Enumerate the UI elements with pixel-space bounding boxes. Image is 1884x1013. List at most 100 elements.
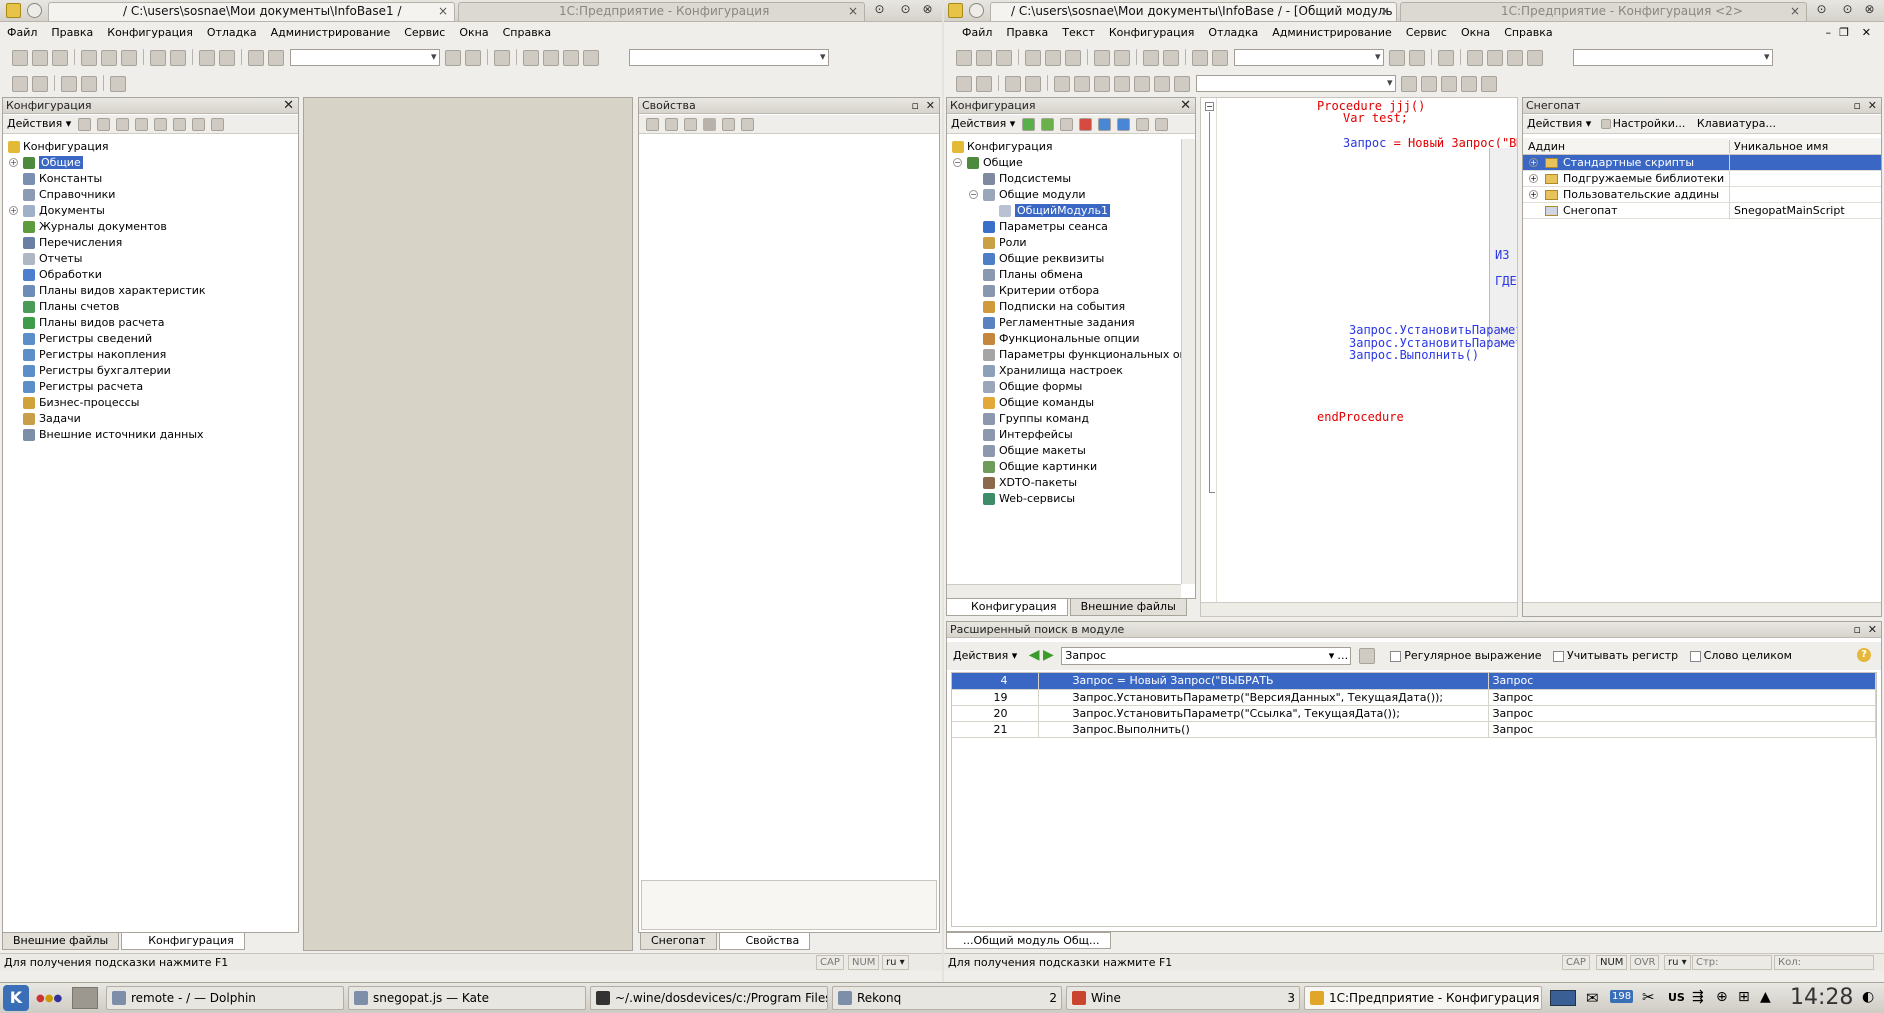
addin-row[interactable]: + Пользовательские аддины bbox=[1523, 187, 1881, 203]
activities-icon[interactable]: ●●● bbox=[36, 993, 62, 1004]
lang-indicator[interactable]: ru ▾ bbox=[882, 955, 909, 970]
menu-admin[interactable]: Администрирование bbox=[264, 24, 398, 42]
menu-service[interactable]: Сервис bbox=[1399, 24, 1454, 42]
undo-icon[interactable] bbox=[199, 50, 215, 66]
window-menu-icon[interactable] bbox=[969, 3, 984, 18]
search-icon[interactable] bbox=[1358, 648, 1375, 664]
actions-menu[interactable]: Действия ▾ bbox=[7, 117, 71, 130]
task-rekonq[interactable]: Rekonq 2 bbox=[832, 986, 1062, 1010]
cut-icon[interactable] bbox=[1025, 50, 1041, 66]
redo-icon[interactable] bbox=[1163, 50, 1179, 66]
maximize-icon[interactable]: ⊙ bbox=[1840, 3, 1855, 18]
case-checkbox[interactable] bbox=[1552, 650, 1564, 662]
tab-snegopat[interactable]: Снегопат bbox=[640, 933, 717, 950]
pager-icon[interactable] bbox=[72, 987, 98, 1009]
tree-item[interactable]: Обработки bbox=[3, 267, 298, 283]
menu-edit[interactable]: Правка bbox=[999, 24, 1055, 42]
right-tab-inactive[interactable]: 1С:Предприятие - Конфигурация <2> × bbox=[1400, 2, 1807, 21]
expand-icon[interactable]: + bbox=[1529, 190, 1538, 199]
tree-item[interactable]: Параметры функциональных опц bbox=[947, 347, 1181, 363]
tree-item[interactable]: Общие реквизиты bbox=[947, 251, 1181, 267]
add-icon[interactable] bbox=[77, 118, 91, 131]
actions-menu[interactable]: Действия ▾ bbox=[951, 117, 1015, 130]
menu-help[interactable]: Справка bbox=[1497, 24, 1559, 42]
paste-icon[interactable] bbox=[121, 50, 137, 66]
close-panel-icon[interactable]: ✕ bbox=[1868, 622, 1877, 637]
clear-icon[interactable] bbox=[722, 118, 735, 131]
clock[interactable]: 14:28 bbox=[1790, 985, 1853, 1010]
tree-item[interactable]: Web-сервисы bbox=[947, 491, 1181, 507]
lang-indicator[interactable]: ru ▾ bbox=[1664, 955, 1691, 970]
tab-external-files[interactable]: Внешние файлы bbox=[2, 933, 120, 950]
tree-item[interactable]: Хранилища настроек bbox=[947, 363, 1181, 379]
sort-icon[interactable] bbox=[191, 118, 205, 131]
close-window-icon[interactable]: ⊗ bbox=[1862, 3, 1877, 18]
wrap-icon[interactable] bbox=[1154, 76, 1170, 92]
template-icon[interactable] bbox=[1507, 50, 1523, 66]
block-icon[interactable] bbox=[1074, 76, 1090, 92]
close-panel-icon[interactable]: ✕ bbox=[1868, 98, 1877, 113]
mdi-close-icon[interactable]: ✕ bbox=[1855, 24, 1878, 42]
info-icon[interactable] bbox=[583, 50, 599, 66]
config-open-icon[interactable] bbox=[12, 76, 28, 92]
tree-item[interactable]: Задачи bbox=[3, 411, 298, 427]
tree-item[interactable]: Регламентные задания bbox=[947, 315, 1181, 331]
tree-item[interactable]: Журналы документов bbox=[3, 219, 298, 235]
task-konsole[interactable]: ~/.wine/dosdevices/c:/Program Files/ bbox=[590, 986, 828, 1010]
mdi-restore-icon[interactable]: ❐ bbox=[1832, 24, 1856, 42]
tree-item[interactable]: ОбщийМодуль1 bbox=[947, 203, 1181, 219]
config-save-icon[interactable] bbox=[32, 76, 48, 92]
tree-item[interactable]: − Общие модули bbox=[947, 187, 1181, 203]
tree-item[interactable]: Регистры бухгалтерии bbox=[3, 363, 298, 379]
close-tab-icon[interactable]: × bbox=[438, 3, 448, 20]
format-icon[interactable] bbox=[1174, 76, 1190, 92]
sort-icon[interactable] bbox=[1135, 118, 1149, 131]
new-icon[interactable] bbox=[12, 50, 28, 66]
tree-item[interactable]: Параметры сеанса bbox=[947, 219, 1181, 235]
bookmark-next-icon[interactable] bbox=[1421, 76, 1437, 92]
config-open-icon[interactable] bbox=[956, 76, 972, 92]
open-icon[interactable] bbox=[976, 50, 992, 66]
tree-item[interactable]: Конфигурация bbox=[947, 139, 1181, 155]
run-icon[interactable] bbox=[1054, 76, 1070, 92]
db-update-icon[interactable] bbox=[61, 76, 77, 92]
sort-alpha-icon[interactable] bbox=[646, 118, 659, 131]
close-panel-icon[interactable]: ✕ bbox=[926, 98, 935, 113]
close-window-icon[interactable]: ⊗ bbox=[920, 3, 935, 18]
result-row[interactable]: 21 Запрос.Выполнить() Запрос bbox=[952, 721, 1876, 738]
config-save-icon[interactable] bbox=[976, 76, 992, 92]
expand-icon[interactable]: + bbox=[1529, 174, 1538, 183]
menu-text[interactable]: Текст bbox=[1055, 24, 1102, 42]
find-next-icon[interactable] bbox=[445, 50, 461, 66]
tree-vscroll[interactable] bbox=[1181, 139, 1195, 584]
tree-item[interactable]: Константы bbox=[3, 171, 298, 187]
delete-icon[interactable] bbox=[1078, 118, 1092, 131]
tree-item[interactable]: Планы видов характеристик bbox=[3, 283, 298, 299]
menu-admin[interactable]: Администрирование bbox=[1265, 24, 1399, 42]
menu-edit[interactable]: Правка bbox=[44, 24, 100, 42]
filter-icon[interactable] bbox=[210, 118, 224, 131]
result-row[interactable]: 20 Запрос.УстановитьПараметр("Ссылка", Те… bbox=[952, 705, 1876, 722]
addin-row[interactable]: Снегопат SnegopatMainScript bbox=[1523, 203, 1881, 219]
result-row[interactable]: 19 Запрос.УстановитьПараметр("ВерсияДанны… bbox=[952, 689, 1876, 706]
more-icon[interactable]: … bbox=[1337, 648, 1348, 664]
apply-icon[interactable] bbox=[741, 118, 754, 131]
edit-icon[interactable] bbox=[1040, 118, 1054, 131]
menu-windows[interactable]: Окна bbox=[452, 24, 495, 42]
tree-hscroll[interactable] bbox=[947, 584, 1181, 598]
bookmark-prev-icon[interactable] bbox=[1441, 76, 1457, 92]
expand-icon[interactable]: − bbox=[969, 190, 978, 199]
tab-configuration[interactable]: Конфигурация bbox=[946, 599, 1068, 616]
actions-menu[interactable]: Действия ▾ bbox=[953, 649, 1017, 662]
addin-row[interactable]: + Подгружаемые библиотеки bbox=[1523, 171, 1881, 187]
tree-item[interactable]: Планы обмена bbox=[947, 267, 1181, 283]
pin-icon[interactable]: ▫ bbox=[1854, 622, 1861, 637]
debug-icon[interactable] bbox=[1467, 50, 1483, 66]
col-addin[interactable]: Аддин bbox=[1528, 140, 1565, 153]
debug-icon[interactable] bbox=[523, 50, 539, 66]
expand-icon[interactable]: + bbox=[9, 158, 18, 167]
print-icon[interactable] bbox=[150, 50, 166, 66]
find-icon[interactable] bbox=[248, 50, 264, 66]
uncomment-icon[interactable] bbox=[1134, 76, 1150, 92]
close-panel-icon[interactable]: ✕ bbox=[1180, 98, 1191, 113]
